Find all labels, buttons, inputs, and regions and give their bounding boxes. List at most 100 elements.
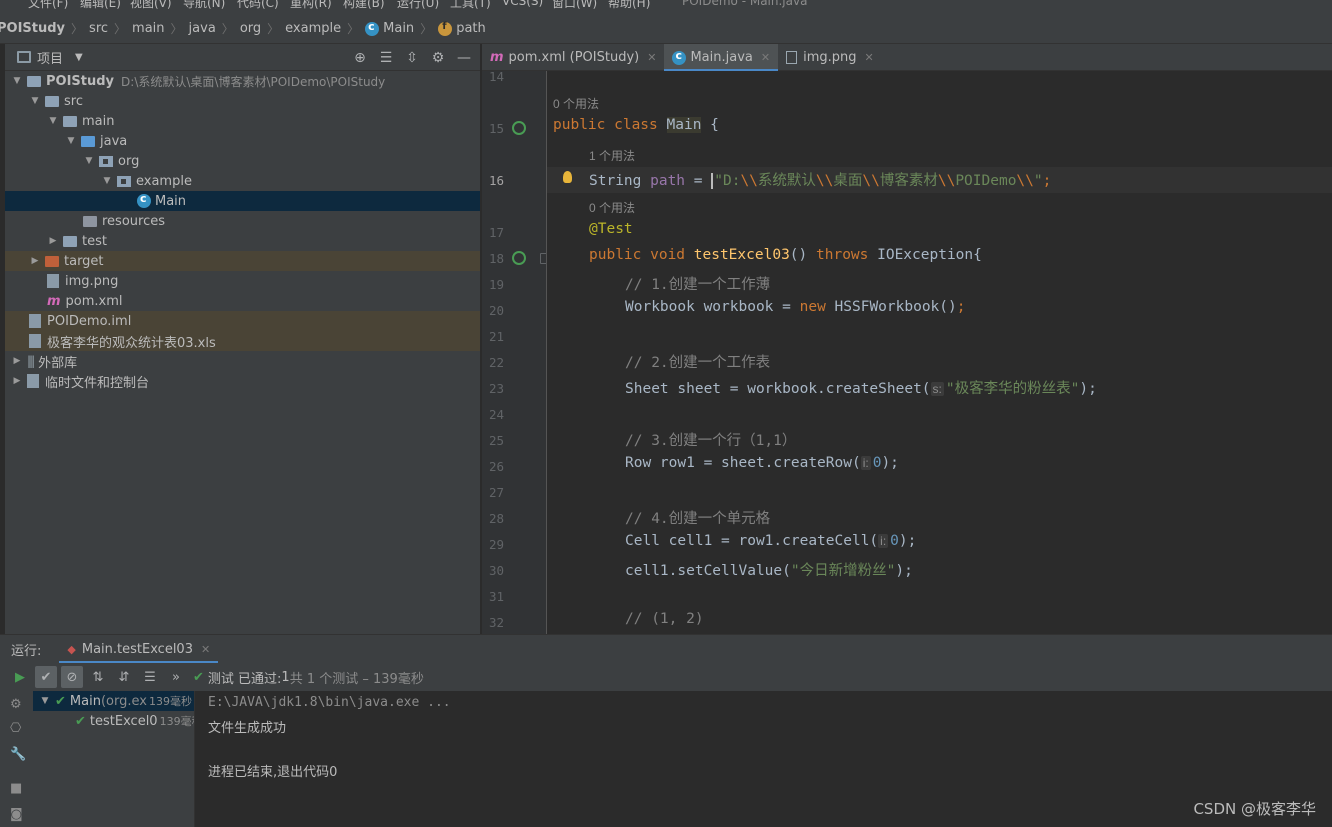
tree-item-label: img.png (65, 273, 119, 289)
tab-main-java[interactable]: Main.java ✕ (664, 44, 779, 72)
line-number: 25 (488, 433, 504, 448)
breadcrumb: POIStudy 〉 src 〉 main 〉 java 〉 org 〉 example 〉… (0, 14, 1332, 44)
close-icon[interactable]: ✕ (864, 51, 873, 64)
menu-file[interactable]: 文件(F) (28, 0, 68, 11)
line-number: 31 (488, 589, 504, 604)
tree-item-example[interactable]: ▼ example (5, 171, 480, 191)
console-output[interactable]: E:\JAVA\jdk1.8\bin\java.exe ... 文件生成成功 进… (196, 691, 1332, 827)
code-line-22: // 2.创建一个工作表 (625, 355, 771, 371)
tree-item-org[interactable]: ▼ org (5, 151, 480, 171)
tree-item-label: 外部库 (38, 355, 78, 371)
collapse-all-icon[interactable]: ⇳ (402, 48, 422, 68)
status-label: 测试 已通过: (207, 671, 282, 687)
tree-item-external-libraries[interactable]: ▶ ||| 外部库 (5, 351, 480, 371)
menu-vcs[interactable]: VCS(S) (502, 0, 543, 8)
test-case-row[interactable]: ✔ testExcel0 139毫秒 (33, 711, 194, 731)
line-number: 21 (488, 329, 504, 344)
close-icon[interactable]: ✕ (201, 643, 210, 656)
status-detail: 共 1 个测试 – 139毫秒 (289, 671, 424, 687)
stop-icon[interactable]: ■ (10, 781, 26, 797)
menu-window[interactable]: 窗口(W) (552, 0, 597, 11)
menu-help[interactable]: 帮助(H) (608, 0, 650, 11)
menu-build[interactable]: 构建(B) (343, 0, 385, 11)
usage-hint[interactable]: 0 个用法 (553, 95, 599, 112)
more-icon[interactable]: » (165, 666, 187, 688)
project-toolbar: ⊕ ☰ ⇳ ⚙ — (350, 48, 474, 68)
close-icon[interactable]: ✕ (761, 51, 770, 64)
tab-img-png[interactable]: img.png ✕ (778, 44, 882, 71)
breadcrumb-item[interactable]: java (189, 21, 216, 36)
debug-icon[interactable]: ⚙ (10, 697, 26, 713)
wrench-icon[interactable]: 🔧 (10, 747, 26, 763)
breadcrumb-item[interactable]: main (132, 21, 164, 36)
breadcrumb-label: path (456, 21, 486, 36)
run-class-icon[interactable] (512, 121, 526, 135)
expand-all-icon[interactable]: ☰ (139, 666, 161, 688)
tree-item-img[interactable]: img.png (5, 271, 480, 291)
menu-view[interactable]: 视图(V) (130, 0, 172, 11)
breadcrumb-item[interactable]: example (285, 21, 341, 36)
test-results-tree: ▼ ✔ Main (org.ex 139毫秒 ✔ testExcel0 139毫… (33, 691, 195, 827)
test-suite-row[interactable]: ▼ ✔ Main (org.ex 139毫秒 (33, 691, 194, 711)
menu-tools[interactable]: 工具(T) (450, 0, 491, 11)
line-number: 32 (488, 615, 504, 630)
tree-item-resources[interactable]: resources (5, 211, 480, 231)
tree-item-scratches[interactable]: ▶ 临时文件和控制台 (5, 371, 480, 391)
usage-hint[interactable]: 0 个用法 (589, 199, 635, 216)
tree-item-test[interactable]: ▶ test (5, 231, 480, 251)
tree-item-project-root[interactable]: ▼ POIStudy D:\系统默认\桌面\博客素材\POIDemo\POISt… (5, 71, 480, 91)
snapshot-icon[interactable]: ⎔ (10, 721, 26, 737)
camera-icon[interactable]: ◙ (10, 807, 26, 823)
menu-navigate[interactable]: 导航(N) (183, 0, 225, 11)
breadcrumb-item-class[interactable]: Main (365, 20, 414, 36)
chevron-right-icon: 〉 (170, 22, 183, 36)
tree-item-pom[interactable]: m pom.xml (5, 291, 480, 311)
tree-item-src[interactable]: ▼ src (5, 91, 480, 111)
tree-item-target[interactable]: ▶ target (5, 251, 480, 271)
sort-alphabetically-icon[interactable]: ⇅ (87, 666, 109, 688)
expand-all-icon[interactable]: ☰ (376, 48, 396, 68)
code-line-30: cell1.setCellValue("今日新增粉丝"); (625, 563, 913, 579)
show-passed-icon[interactable]: ✔ (35, 666, 57, 688)
gear-icon[interactable]: ⚙ (428, 48, 448, 68)
line-number: 19 (488, 277, 504, 292)
resources-folder-icon (83, 215, 97, 227)
code-editor[interactable]: 0 个用法 public class Main { 1 个用法 String p… (547, 71, 1332, 634)
minimize-icon[interactable]: — (454, 48, 474, 68)
menu-refactor[interactable]: 重构(R) (290, 0, 332, 11)
breadcrumb-item[interactable]: org (240, 21, 261, 36)
tree-item-main-class[interactable]: Main (5, 191, 480, 211)
test-config-icon: ◆ (67, 642, 76, 656)
test-suite-time: 139毫秒 (148, 695, 192, 708)
rerun-icon[interactable]: ▶ (9, 666, 31, 688)
chevron-right-icon: 〉 (71, 22, 84, 36)
project-view-selector[interactable]: 项目 ▼ (17, 48, 83, 67)
run-tab[interactable]: ◆ Main.testExcel03 ✕ (59, 634, 219, 664)
run-test-icon[interactable] (512, 251, 526, 265)
tree-item-xls[interactable]: 极客李华的观众统计表03.xls (5, 331, 480, 351)
lightbulb-icon[interactable] (563, 171, 572, 183)
close-icon[interactable]: ✕ (647, 51, 656, 64)
project-panel-title: 项目 (37, 51, 64, 67)
line-number: 14 (488, 71, 504, 84)
breadcrumb-item-field[interactable]: path (438, 21, 486, 36)
show-ignored-icon[interactable]: ⊘ (61, 666, 83, 688)
line-number: 29 (488, 537, 504, 552)
breadcrumb-item[interactable]: src (89, 21, 108, 36)
tree-item-iml[interactable]: POIDemo.iml (5, 311, 480, 331)
code-line-28: // 4.创建一个单元格 (625, 511, 771, 527)
menu-run[interactable]: 运行(U) (397, 0, 439, 11)
select-opened-file-icon[interactable]: ⊕ (350, 48, 370, 68)
sort-by-duration-icon[interactable]: ⇵ (113, 666, 135, 688)
code-line-18: public void testExcel03() throws IOExcep… (589, 247, 982, 263)
breadcrumb-item[interactable]: POIStudy (0, 21, 65, 36)
menu-edit[interactable]: 编辑(E) (80, 0, 121, 11)
usage-hint[interactable]: 1 个用法 (589, 147, 635, 164)
source-folder-icon (81, 135, 95, 147)
tree-item-main[interactable]: ▼ main (5, 111, 480, 131)
tab-pom-xml[interactable]: m pom.xml (POIStudy) ✕ (482, 44, 664, 71)
menu-code[interactable]: 代码(C) (237, 0, 279, 11)
tree-item-java[interactable]: ▼ java (5, 131, 480, 151)
chevron-right-icon: ▶ (13, 356, 21, 366)
console-line: 文件生成成功 (208, 721, 287, 736)
